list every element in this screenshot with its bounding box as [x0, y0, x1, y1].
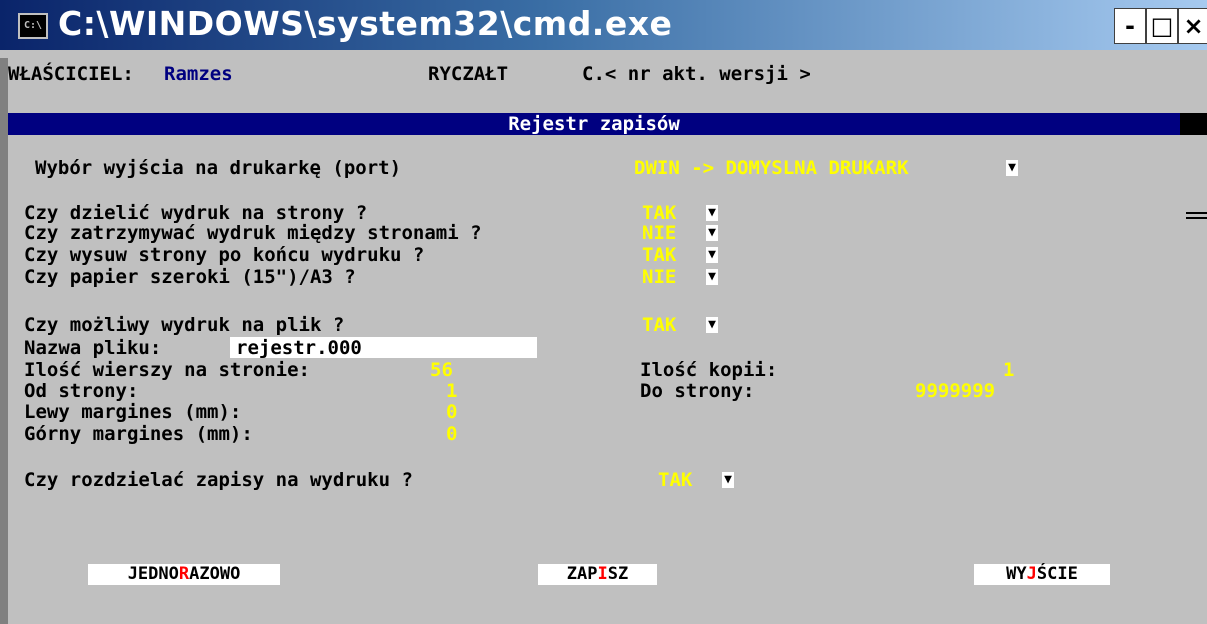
- close-button[interactable]: ×: [1178, 8, 1207, 44]
- left-margin-value[interactable]: 0: [446, 402, 457, 422]
- split-pages-label: Czy dzielić wydruk na strony ?: [24, 202, 368, 224]
- print-to-file-dropdown-icon[interactable]: ▼: [706, 317, 718, 333]
- window-title: C:\WINDOWS\system32\cmd.exe: [58, 4, 673, 43]
- pause-between-dropdown-icon[interactable]: ▼: [706, 225, 718, 241]
- owner-value: Ramzes: [164, 63, 233, 85]
- save-button-text-a: ZAP: [566, 564, 598, 584]
- file-name-label: Nazwa pliku:: [24, 337, 162, 359]
- printer-port-label: Wybór wyjścia na drukarkę (port): [35, 157, 402, 179]
- owner-label: WŁAŚCICIEL:: [8, 63, 134, 85]
- rows-per-page-label: Ilość wierszy na stronie:: [24, 359, 310, 381]
- tax-type: RYCZAŁT: [428, 63, 509, 85]
- from-page-value[interactable]: 1: [446, 381, 457, 401]
- wide-paper-label: Czy papier szeroki (15")/A3 ?: [24, 266, 356, 288]
- to-page-value[interactable]: 9999999: [915, 381, 995, 401]
- once-button-text-a: JEDNO: [127, 564, 179, 584]
- separate-records-label: Czy rozdzielać zapisy na wydruku ?: [24, 469, 413, 491]
- section-banner: Rejestr zapisów: [8, 113, 1180, 135]
- eject-page-value[interactable]: TAK: [642, 245, 676, 265]
- version-info: C.< nr akt. wersji >: [582, 63, 811, 85]
- pause-between-value[interactable]: NIE: [642, 223, 676, 243]
- file-name-input[interactable]: rejestr.000: [230, 337, 537, 358]
- wide-paper-dropdown-icon[interactable]: ▼: [706, 269, 718, 285]
- console-area: [0, 50, 1207, 624]
- separate-records-dropdown-icon[interactable]: ▼: [722, 472, 734, 488]
- printer-port-value[interactable]: DWIN -> DOMYSLNA DRUKARK: [634, 158, 909, 178]
- wide-paper-value[interactable]: NIE: [642, 267, 676, 287]
- once-button-hotkey: R: [178, 564, 190, 584]
- copies-value[interactable]: 1: [1003, 360, 1014, 380]
- once-button[interactable]: JEDNORAZOWO: [88, 564, 280, 585]
- pause-between-label: Czy zatrzymywać wydruk między stronami ?: [24, 222, 482, 244]
- from-page-label: Od strony:: [24, 380, 139, 402]
- maximize-button[interactable]: □: [1146, 8, 1178, 44]
- to-page-label: Do strony:: [640, 380, 755, 402]
- console-left-border: [0, 58, 8, 624]
- print-to-file-label: Czy możliwy wydruk na plik ?: [24, 314, 345, 336]
- eject-page-dropdown-icon[interactable]: ▼: [706, 247, 718, 263]
- left-margin-label: Lewy margines (mm):: [24, 401, 242, 423]
- split-pages-value[interactable]: TAK: [642, 203, 676, 223]
- once-button-text-b: AZOWO: [189, 564, 241, 584]
- top-margin-label: Górny margines (mm):: [24, 423, 253, 445]
- rows-per-page-value[interactable]: 56: [430, 360, 453, 380]
- banner-scroll-block: [1180, 113, 1207, 135]
- eject-page-label: Czy wysuw strony po końcu wydruku ?: [24, 244, 425, 266]
- save-button[interactable]: ZAPISZ: [538, 564, 657, 585]
- top-margin-value[interactable]: 0: [446, 424, 457, 444]
- save-button-text-b: SZ: [607, 564, 629, 584]
- scroll-marker: [1186, 212, 1207, 219]
- copies-label: Ilość kopii:: [640, 359, 778, 381]
- minimize-button[interactable]: -: [1114, 8, 1146, 44]
- title-bar: C:\ C:\WINDOWS\system32\cmd.exe - □ ×: [0, 0, 1207, 50]
- separate-records-value[interactable]: TAK: [658, 470, 692, 490]
- exit-button[interactable]: WYJŚCIE: [974, 564, 1110, 585]
- file-name-value: rejestr.000: [236, 337, 362, 359]
- exit-button-hotkey: J: [1026, 564, 1037, 584]
- split-pages-dropdown-icon[interactable]: ▼: [706, 205, 718, 221]
- print-to-file-value[interactable]: TAK: [642, 315, 676, 335]
- exit-button-text-a: WY: [1006, 564, 1027, 584]
- printer-port-dropdown-icon[interactable]: ▼: [1006, 160, 1018, 176]
- exit-button-text-b: ŚCIE: [1036, 564, 1078, 584]
- cmd-icon[interactable]: C:\: [18, 13, 48, 39]
- section-title: Rejestr zapisów: [508, 113, 680, 135]
- save-button-hotkey: I: [597, 564, 608, 584]
